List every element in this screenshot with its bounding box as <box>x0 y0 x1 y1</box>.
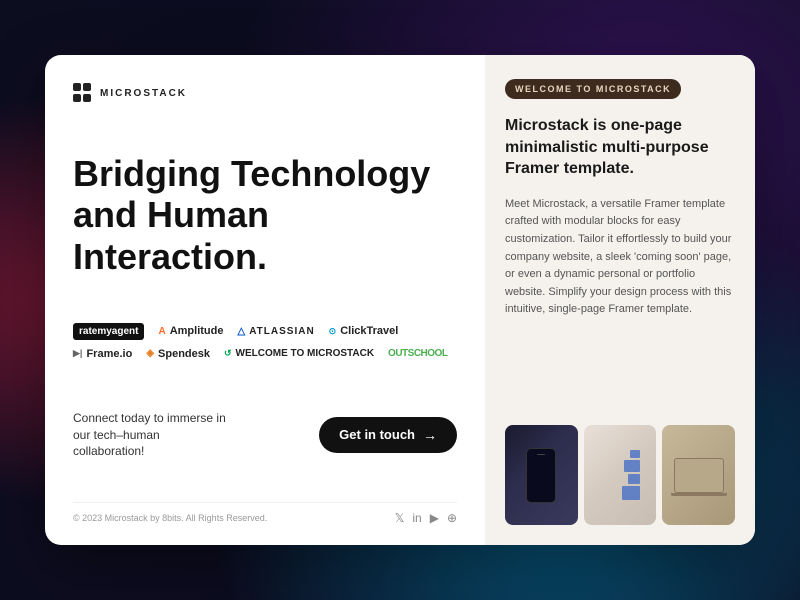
photo-gallery <box>505 425 735 525</box>
amplitude-icon: A <box>158 326 165 337</box>
hero-heading: Bridging Technology and Human Interactio… <box>73 153 457 277</box>
photo-chart <box>584 425 657 525</box>
right-panel: WELCOME TO MICROSTACK Microstack is one-… <box>485 55 755 545</box>
outschool-label: OUTSCHOOL <box>388 348 447 359</box>
brand-row-2: ▶| Frame.io ◈ Spendesk ↺ WELCOME TO MICR… <box>73 348 457 360</box>
newrelic-icon: ↺ <box>224 348 232 359</box>
frameio-label: Frame.io <box>86 348 132 360</box>
photo-laptop <box>662 425 735 525</box>
photo-phone <box>505 425 578 525</box>
newrelic-label: WELCOME TO MICROSTACK <box>236 348 375 359</box>
frameio-icon: ▶| <box>73 348 82 359</box>
twitter-icon[interactable]: 𝕏 <box>395 511 405 525</box>
brand-amplitude: A Amplitude <box>158 325 223 337</box>
right-heading: Microstack is one-page minimalistic mult… <box>505 115 735 180</box>
atlassian-icon: △ <box>237 326 245 337</box>
brand-row-1: ratemyagent A Amplitude △ ATLASSIAN ⊙ Cl… <box>73 323 457 340</box>
cta-section: Connect today to immerse in our tech–hum… <box>73 410 457 460</box>
laptop-mockup <box>674 458 724 493</box>
clicktravel-icon: ⊙ <box>329 326 337 337</box>
chart-mockup <box>600 450 640 500</box>
brand-logos: ratemyagent A Amplitude △ ATLASSIAN ⊙ Cl… <box>73 323 457 360</box>
phone-mockup <box>526 448 556 503</box>
brand-clicktravel: ⊙ ClickTravel <box>329 325 399 337</box>
spendesk-label: Spendesk <box>158 348 210 360</box>
chart-bar-4 <box>622 486 640 500</box>
get-in-touch-button[interactable]: Get in touch → <box>319 417 457 453</box>
chart-bar-2 <box>624 460 640 472</box>
brand-name: MICROSTACK <box>100 88 187 99</box>
amplitude-label: Amplitude <box>170 325 224 337</box>
globe-icon[interactable]: ⊕ <box>447 511 457 525</box>
ratemyagent-label: ratemyagent <box>79 326 138 337</box>
chart-bar-3 <box>628 474 640 484</box>
clicktravel-label: ClickTravel <box>340 325 398 337</box>
brand-outschool: OUTSCHOOL <box>388 348 447 359</box>
right-body-text: Meet Microstack, a versatile Framer temp… <box>505 196 735 319</box>
logo-icon <box>73 83 93 103</box>
cta-arrow-icon: → <box>423 427 437 443</box>
left-panel: MICROSTACK Bridging Technology and Human… <box>45 55 485 545</box>
linkedin-icon[interactable]: in <box>412 511 421 525</box>
cta-text: Connect today to immerse in our tech–hum… <box>73 410 233 460</box>
brand-newrelic: ↺ WELCOME TO MICROSTACK <box>224 348 374 359</box>
main-card: MICROSTACK Bridging Technology and Human… <box>45 55 755 545</box>
chart-bar-1 <box>630 450 640 458</box>
logo-area: MICROSTACK <box>73 83 457 103</box>
spendesk-icon: ◈ <box>146 348 154 359</box>
brand-ratemyagent: ratemyagent <box>73 323 144 340</box>
footer-copyright: © 2023 Microstack by 8bits. All Rights R… <box>73 513 267 523</box>
footer-social-icons: 𝕏 in ▶ ⊕ <box>395 511 457 525</box>
brand-frameio: ▶| Frame.io <box>73 348 132 360</box>
card-footer: © 2023 Microstack by 8bits. All Rights R… <box>73 502 457 525</box>
atlassian-label: ATLASSIAN <box>249 326 314 337</box>
brand-atlassian: △ ATLASSIAN <box>237 326 314 337</box>
cta-button-label: Get in touch <box>339 427 415 442</box>
youtube-icon[interactable]: ▶ <box>430 511 439 525</box>
brand-spendesk: ◈ Spendesk <box>146 348 210 360</box>
welcome-badge: WELCOME TO MICROSTACK <box>505 79 681 99</box>
